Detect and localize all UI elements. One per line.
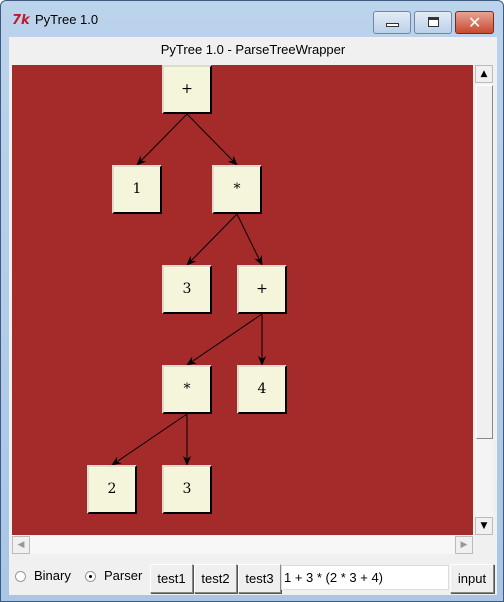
test1-button[interactable]: test1: [150, 564, 193, 593]
maximize-button[interactable]: [414, 11, 452, 34]
tree-node[interactable]: *: [162, 365, 212, 414]
close-button[interactable]: ✕: [455, 11, 494, 34]
expression-input[interactable]: 1 + 3 * (2 * 3 + 4): [281, 565, 449, 590]
tree-node[interactable]: 3: [162, 265, 212, 314]
tree-edge: [111, 413, 188, 466]
app-window: 7k PyTree 1.0 ✕ PyTree 1.0 - ParseTreeWr…: [0, 0, 504, 602]
horizontal-scrollbar[interactable]: ◀ ▶: [12, 536, 473, 554]
scroll-right-button[interactable]: ▶: [455, 536, 473, 554]
maximize-icon: [428, 17, 439, 27]
close-icon: ✕: [468, 13, 482, 32]
tree-node[interactable]: 3: [162, 465, 212, 514]
tree-edge: [186, 313, 263, 366]
tk-icon: 7k: [12, 13, 30, 28]
client-area: PyTree 1.0 - ParseTreeWrapper +1 * 3 + * 4 2 3 …: [9, 37, 497, 595]
input-button[interactable]: input: [450, 564, 494, 593]
window-title: PyTree 1.0: [35, 12, 99, 27]
test2-button[interactable]: test2: [194, 564, 237, 593]
tree-node[interactable]: +: [162, 65, 212, 114]
tree-edge: [136, 113, 188, 166]
tree-node[interactable]: +: [237, 265, 287, 314]
scroll-down-button[interactable]: ▼: [475, 517, 493, 535]
radio-binary-label[interactable]: Binary: [34, 568, 71, 583]
control-bar: Binary Parser test1 test2 test3 1 + 3 * …: [9, 560, 497, 594]
tree-node[interactable]: 2: [87, 465, 137, 514]
tree-edge: [186, 213, 238, 266]
tree-node[interactable]: 1: [112, 165, 162, 214]
tree-edge: [186, 113, 238, 166]
subtitle-label: PyTree 1.0 - ParseTreeWrapper: [160, 42, 346, 57]
scroll-left-button[interactable]: ◀: [12, 536, 30, 554]
radio-parser[interactable]: [85, 571, 96, 582]
minimize-icon: [386, 23, 399, 27]
scroll-up-button[interactable]: ▲: [475, 65, 493, 83]
title-bar[interactable]: 7k PyTree 1.0 ✕: [1, 1, 503, 37]
radio-parser-label[interactable]: Parser: [104, 568, 142, 583]
vertical-scroll-thumb[interactable]: [476, 85, 493, 439]
tree-node[interactable]: *: [212, 165, 262, 214]
tree-node[interactable]: 4: [237, 365, 287, 414]
test3-button[interactable]: test3: [238, 564, 281, 593]
minimize-button[interactable]: [373, 11, 411, 34]
vertical-scrollbar[interactable]: ▲ ▼: [475, 65, 493, 535]
radio-binary[interactable]: [15, 571, 26, 582]
tree-canvas[interactable]: +1 * 3 + * 4 2 3: [12, 65, 473, 535]
tree-edge: [236, 213, 263, 266]
